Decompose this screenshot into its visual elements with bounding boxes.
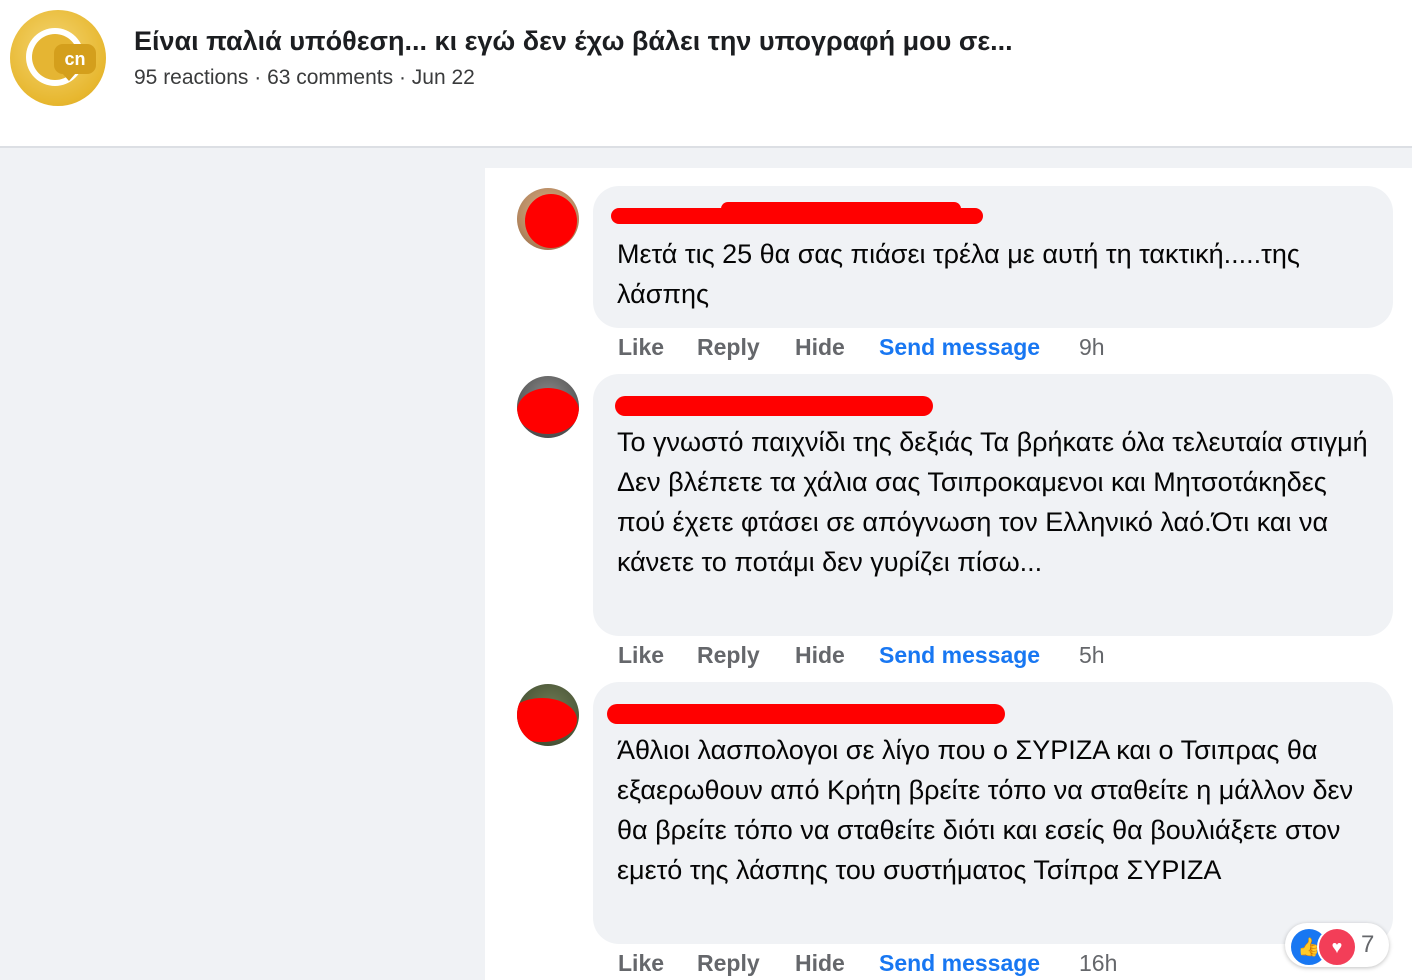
post-meta[interactable]: 95 reactions · 63 comments · Jun 22: [134, 66, 475, 90]
author-name-redacted[interactable]: [615, 392, 935, 416]
author-name-redacted[interactable]: [611, 202, 991, 226]
reaction-summary[interactable]: 👍 ♥ 7: [1285, 923, 1389, 967]
comment: Άθλιοι λασπολογοι σε λίγο που ο ΣΥΡΙΖΑ κ…: [485, 682, 1412, 980]
timestamp[interactable]: 16h: [1079, 950, 1117, 977]
post-title[interactable]: Είναι παλιά υπόθεση... κι εγώ δεν έχω βά…: [134, 26, 1013, 57]
send-message-link[interactable]: Send message: [879, 950, 1040, 977]
reply-button[interactable]: Reply: [697, 950, 760, 977]
like-button[interactable]: Like: [618, 950, 664, 977]
comment-text: Μετά τις 25 θα σας πιάσει τρέλα με αυτή …: [617, 239, 1300, 309]
hide-button[interactable]: Hide: [795, 950, 845, 977]
previous-comment-actions-cut: [717, 168, 1277, 172]
reply-button[interactable]: Reply: [697, 334, 760, 361]
comment-text: Το γνωστό παιχνίδι της δεξιάς Τα βρήκατε…: [617, 427, 1368, 577]
comment: Μετά τις 25 θα σας πιάσει τρέλα με αυτή …: [485, 186, 1412, 360]
logo-speech-bubble-icon: cn: [54, 44, 96, 81]
logo-text: cn: [64, 49, 86, 69]
timestamp[interactable]: 9h: [1079, 334, 1105, 361]
page-logo[interactable]: cn: [10, 10, 106, 106]
comment-bubble: Άθλιοι λασπολογοι σε λίγο που ο ΣΥΡΙΖΑ κ…: [593, 682, 1393, 944]
like-button[interactable]: Like: [618, 642, 664, 669]
reply-button[interactable]: Reply: [697, 642, 760, 669]
send-message-link[interactable]: Send message: [879, 334, 1040, 361]
comment-bubble: Το γνωστό παιχνίδι της δεξιάς Τα βρήκατε…: [593, 374, 1393, 636]
post-header: cn Είναι παλιά υπόθεση... κι εγώ δεν έχω…: [0, 0, 1412, 148]
comments-section: Μετά τις 25 θα σας πιάσει τρέλα με αυτή …: [485, 168, 1412, 980]
avatar[interactable]: [517, 684, 579, 746]
reaction-count: 7: [1361, 931, 1375, 958]
comment-bubble: Μετά τις 25 θα σας πιάσει τρέλα με αυτή …: [593, 186, 1393, 328]
hide-button[interactable]: Hide: [795, 642, 845, 669]
redaction-mark: [525, 194, 577, 248]
redaction-mark: [517, 698, 577, 742]
comment: Το γνωστό παιχνίδι της δεξιάς Τα βρήκατε…: [485, 374, 1412, 669]
comment-text: Άθλιοι λασπολογοι σε λίγο που ο ΣΥΡΙΖΑ κ…: [617, 735, 1354, 885]
avatar[interactable]: [517, 376, 579, 438]
redaction-mark: [517, 388, 579, 434]
avatar[interactable]: [517, 188, 579, 250]
like-button[interactable]: Like: [618, 334, 664, 361]
timestamp[interactable]: 5h: [1079, 642, 1105, 669]
author-name-redacted[interactable]: [607, 700, 1007, 724]
send-message-link[interactable]: Send message: [879, 642, 1040, 669]
hide-button[interactable]: Hide: [795, 334, 845, 361]
love-icon: ♥: [1317, 927, 1357, 967]
